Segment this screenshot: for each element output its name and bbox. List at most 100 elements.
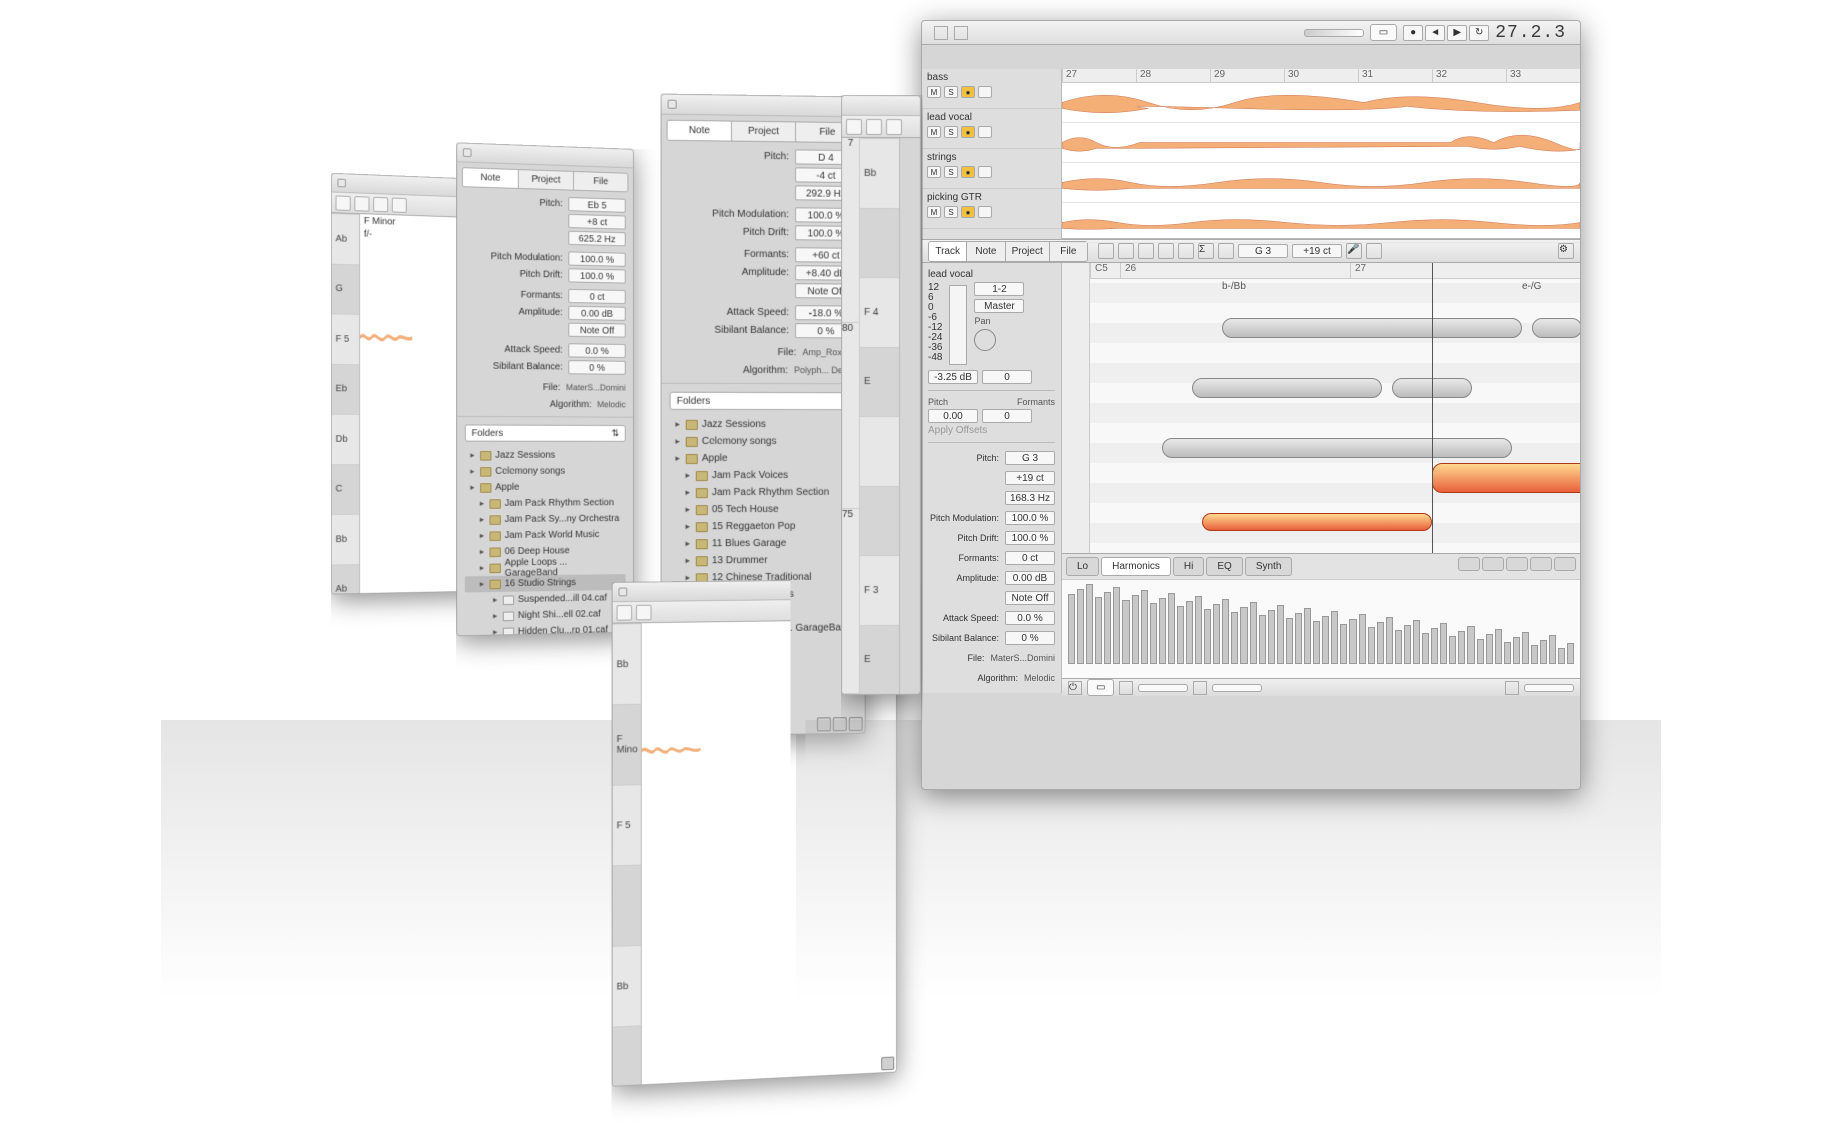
tree-item[interactable]: ▸ 11 Blues Garage xyxy=(670,535,857,553)
harmonic-bar[interactable] xyxy=(1086,584,1093,664)
pan-knob[interactable] xyxy=(978,206,992,218)
tool-icon[interactable] xyxy=(1158,243,1174,259)
note-blob[interactable] xyxy=(1222,318,1522,338)
tab-lo[interactable]: Lo xyxy=(1066,557,1099,576)
tree-item[interactable]: ▸ Apple Loops ... GarageBand xyxy=(465,558,626,576)
track-header[interactable]: strings M S ● xyxy=(922,149,1061,189)
btn-note-off[interactable]: Note Off xyxy=(1005,591,1055,605)
harmonic-bar[interactable] xyxy=(1113,587,1120,664)
val-pm[interactable]: 100.0 % xyxy=(568,251,625,266)
toggle-sidebar-icon[interactable] xyxy=(668,100,677,109)
btn-note-off[interactable]: Note Off xyxy=(568,322,625,337)
harmonic-bar[interactable] xyxy=(1095,597,1102,664)
tree-item[interactable]: ▸ Suspended...ill 04.caf xyxy=(465,590,626,609)
record-button[interactable]: ● xyxy=(1403,25,1423,41)
val-pitch[interactable]: G 3 xyxy=(1005,451,1055,465)
harmonic-bar[interactable] xyxy=(1349,619,1356,664)
tab-note[interactable]: Note xyxy=(668,121,732,141)
tool-icon[interactable] xyxy=(1218,243,1234,259)
solo-button[interactable]: S xyxy=(944,126,958,138)
harmonic-bar[interactable] xyxy=(1186,601,1193,664)
harmonic-bar[interactable] xyxy=(1150,603,1157,664)
tree-item[interactable]: ▸ 13 Drummer xyxy=(670,552,857,570)
disclosure-icon[interactable]: ▸ xyxy=(478,515,486,525)
harmonic-bar[interactable] xyxy=(1477,639,1484,664)
val-hz[interactable]: 625.2 Hz xyxy=(568,230,625,246)
mute-button[interactable]: M xyxy=(927,206,941,218)
folder-select[interactable]: Folders⇅ xyxy=(670,392,857,410)
gain-readout2[interactable]: 0 xyxy=(982,370,1032,384)
val-amplitude[interactable]: 0.00 dB xyxy=(568,305,625,320)
harmonic-bar[interactable] xyxy=(1558,648,1565,664)
val-pd[interactable]: 100.0 % xyxy=(1005,531,1055,545)
harmonic-bar[interactable] xyxy=(1404,625,1411,664)
harmonic-bar[interactable] xyxy=(1513,637,1520,664)
harmonic-bar[interactable] xyxy=(1322,616,1329,664)
titlebar[interactable] xyxy=(662,95,865,118)
val-hz[interactable]: 168.3 Hz xyxy=(1005,491,1055,505)
disclosure-icon[interactable]: ▸ xyxy=(684,487,692,498)
disclosure-icon[interactable]: ▸ xyxy=(469,482,477,492)
harmonic-bar[interactable] xyxy=(1440,623,1447,664)
pointer-icon[interactable] xyxy=(636,604,651,620)
harmonic-bar[interactable] xyxy=(1359,614,1366,664)
tab-eq[interactable]: EQ xyxy=(1206,557,1242,576)
harmonic-bar[interactable] xyxy=(1495,629,1502,664)
tab-track[interactable]: Track xyxy=(929,242,967,261)
pointer-icon[interactable] xyxy=(886,119,902,135)
lock-icon[interactable] xyxy=(817,717,831,731)
pitch-offset[interactable]: 0.00 xyxy=(928,409,978,423)
clef-icon[interactable] xyxy=(1098,243,1114,259)
disclosure-icon[interactable]: ▸ xyxy=(684,538,692,549)
inspector-tabs[interactable]: Note Project File xyxy=(462,167,628,192)
harmonic-bar[interactable] xyxy=(1259,615,1266,664)
harmonic-bar[interactable] xyxy=(1313,621,1320,664)
tree-item[interactable]: ▸ Jazz Sessions xyxy=(670,416,857,433)
tree-item[interactable]: ▸ Jazz Sessions xyxy=(465,447,626,463)
side-tabs[interactable]: Track Note Project File xyxy=(928,241,1088,262)
bar-ruler[interactable]: 27282930313233 xyxy=(1062,69,1580,83)
harmonic-bar[interactable] xyxy=(1386,617,1393,664)
playhead[interactable] xyxy=(1432,263,1433,553)
titlebar[interactable] xyxy=(842,96,920,116)
disclosure-icon[interactable]: ▸ xyxy=(684,504,692,515)
val-formants[interactable]: 0 ct xyxy=(568,288,625,303)
arrangement-area[interactable]: 27282930313233 xyxy=(1062,69,1580,239)
tab-note[interactable]: Note xyxy=(463,168,519,188)
harmonic-bar[interactable] xyxy=(1531,645,1538,664)
harmonic-bar[interactable] xyxy=(1213,604,1220,664)
harmonic-bar[interactable] xyxy=(1304,608,1311,664)
waveform-icon[interactable] xyxy=(954,26,968,40)
note-editor[interactable]: C5 26 27 b-/Bb e-/G xyxy=(1062,263,1580,553)
tool-icon[interactable] xyxy=(1178,243,1194,259)
tool-icon[interactable] xyxy=(1366,243,1382,259)
question-icon[interactable] xyxy=(849,717,863,731)
harmonic-bar[interactable] xyxy=(1277,605,1284,664)
power-icon[interactable]: ⏻ xyxy=(1068,681,1082,695)
arm-button[interactable]: ● xyxy=(961,86,975,98)
zoom-slider[interactable] xyxy=(1524,684,1574,692)
track-name-field[interactable]: lead vocal xyxy=(928,269,1055,280)
track-header[interactable]: lead vocal M S ● xyxy=(922,109,1061,149)
val-formants[interactable]: 0 ct xyxy=(1005,551,1055,565)
val-amplitude[interactable]: 0.00 dB xyxy=(1005,571,1055,585)
harmonic-bar[interactable] xyxy=(1077,589,1084,664)
channel-select[interactable]: 1-2 xyxy=(974,282,1024,296)
tree-item[interactable]: ▸ Jam Pack Sy...ny Orchestra xyxy=(465,511,626,528)
tool-icon[interactable] xyxy=(1193,681,1207,695)
track-header[interactable]: picking GTR M S ● xyxy=(922,189,1061,229)
tab-project[interactable]: Project xyxy=(519,170,574,190)
harmonic-bar[interactable] xyxy=(1486,634,1493,664)
tool-icon[interactable] xyxy=(1482,557,1504,571)
harmonic-bar[interactable] xyxy=(1240,607,1247,664)
disclosure-icon[interactable]: ▸ xyxy=(491,595,499,606)
tree-item[interactable]: ▸ Night Shi...ell 02.caf xyxy=(465,606,626,625)
sigma-icon[interactable]: Σ xyxy=(1198,243,1214,259)
folder-tree[interactable]: ▸ Jazz Sessions▸ Celemony songs▸ Apple▸ … xyxy=(465,447,626,636)
master-select[interactable]: Master xyxy=(974,299,1024,313)
disclosure-icon[interactable]: ▸ xyxy=(478,531,486,541)
disclosure-icon[interactable]: ▸ xyxy=(491,611,499,622)
tool-icon[interactable] xyxy=(1506,557,1528,571)
mic-icon[interactable]: 🎤 xyxy=(1346,243,1362,259)
harmonic-bar[interactable] xyxy=(1268,610,1275,664)
